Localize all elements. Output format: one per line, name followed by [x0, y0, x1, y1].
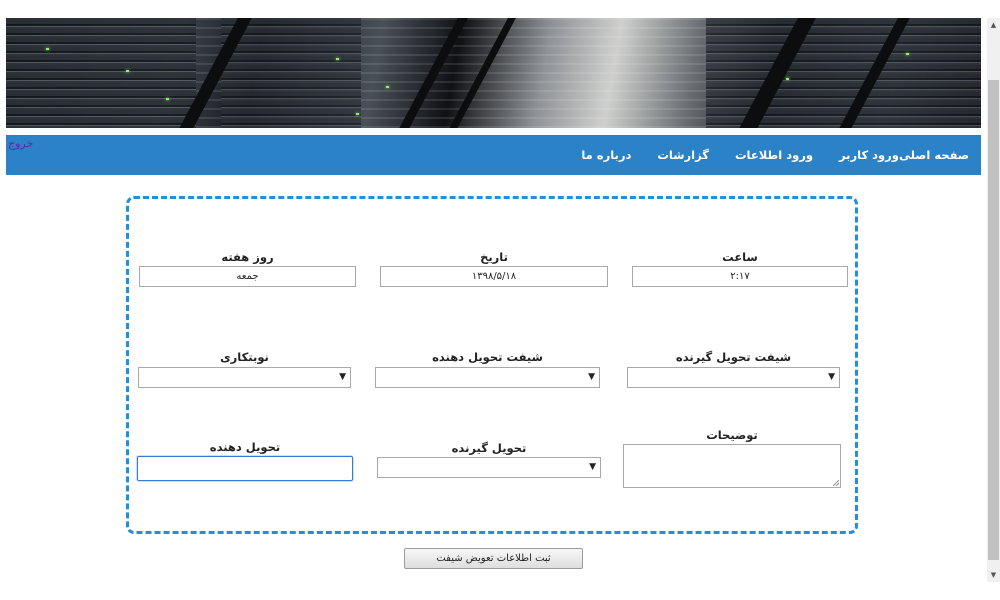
receiver-label: تحویل گیرنده	[451, 441, 527, 455]
nav-item-data-entry[interactable]: ورود اطلاعات	[735, 148, 813, 162]
delivering-shift-select[interactable]: ▼	[375, 367, 600, 388]
submit-shift-change-button[interactable]: ثبت اطلاعات تعویض شیفت	[404, 548, 583, 569]
receiving-shift-label: شیفت تحویل گیرنده	[675, 350, 792, 364]
time-label: ساعت	[722, 250, 758, 264]
receiving-shift-select[interactable]: ▼	[627, 367, 840, 388]
description-label: توضیحات	[706, 428, 758, 442]
shift-work-label: نوبتکاری	[220, 350, 269, 364]
deliverer-input[interactable]	[137, 456, 353, 481]
chevron-down-icon: ▼	[588, 372, 595, 382]
scroll-down-icon[interactable]: ▼	[987, 568, 1000, 582]
header-banner-image	[6, 18, 981, 128]
weekday-label: روز هفته	[221, 250, 274, 264]
resize-grip-icon[interactable]	[833, 480, 839, 486]
scroll-thumb[interactable]	[988, 80, 999, 560]
chevron-down-icon: ▼	[339, 372, 346, 382]
weekday-field[interactable]: جمعه	[139, 266, 356, 287]
description-textarea[interactable]	[623, 444, 841, 488]
nav-menu: صفحه اصلی ورود کاربر ورود اطلاعات گزارشا…	[555, 135, 969, 175]
deliverer-label: تحویل دهنده	[209, 440, 281, 454]
chevron-down-icon: ▼	[589, 462, 596, 472]
nav-item-about[interactable]: درباره ما	[581, 148, 631, 162]
logout-link[interactable]: خروج	[8, 137, 33, 150]
main-navbar: خروج صفحه اصلی ورود کاربر ورود اطلاعات گ…	[6, 135, 981, 175]
scroll-up-icon[interactable]: ▲	[987, 18, 1000, 32]
page-scrollbar[interactable]: ▲ ▼	[987, 18, 1000, 582]
date-label: تاریخ	[480, 250, 508, 264]
date-field[interactable]: ۱۳۹۸/۵/۱۸	[380, 266, 608, 287]
shift-work-select[interactable]: ▼	[138, 367, 351, 388]
nav-item-home[interactable]: صفحه اصلی	[899, 148, 969, 162]
receiver-select[interactable]: ▼	[377, 457, 601, 478]
time-field[interactable]: ۲:۱۷	[632, 266, 848, 287]
nav-item-reports[interactable]: گزارشات	[657, 148, 709, 162]
nav-item-user-login[interactable]: ورود کاربر	[839, 148, 899, 162]
chevron-down-icon: ▼	[828, 372, 835, 382]
delivering-shift-label: شیفت تحویل دهنده	[432, 350, 543, 364]
